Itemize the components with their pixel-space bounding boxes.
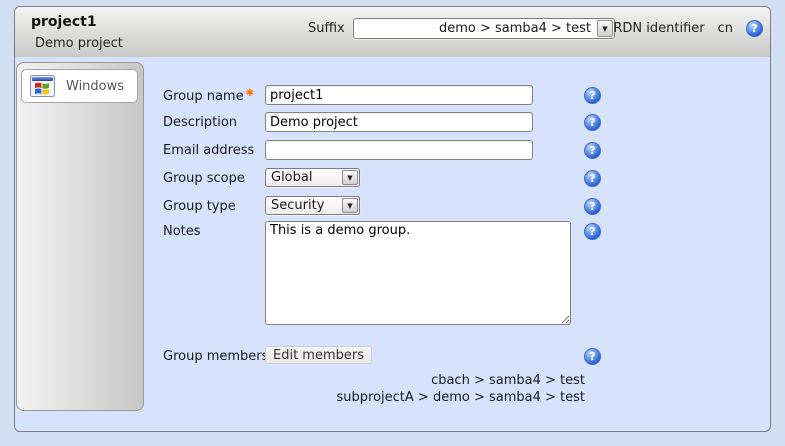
group-type-row: Group type Security ▼ ? [15, 196, 770, 220]
rdn-identifier-value: cn [718, 21, 733, 36]
email-row: Email address ? [15, 140, 770, 164]
description-input[interactable] [265, 112, 533, 132]
help-icon[interactable]: ? [746, 20, 763, 37]
group-type-value: Security [266, 198, 341, 213]
member-entry: subprojectA > demo > samba4 > test [265, 390, 585, 405]
suffix-label: Suffix [308, 21, 345, 36]
help-icon[interactable]: ? [584, 87, 601, 104]
notes-row: Notes This is a demo group. ? [15, 221, 770, 331]
help-icon[interactable]: ? [584, 223, 601, 240]
page-title: project1 [31, 14, 97, 30]
suffix-select-value: demo > samba4 > test [354, 21, 596, 36]
group-name-row: Group name✱ ? [15, 85, 770, 109]
group-scope-label: Group scope [163, 171, 245, 186]
required-marker: ✱ [246, 88, 254, 99]
edit-members-button[interactable]: Edit members [265, 346, 372, 364]
email-label: Email address [163, 143, 254, 158]
help-icon[interactable]: ? [584, 142, 601, 159]
member-entry: cbach > samba4 > test [265, 373, 585, 388]
chevron-down-icon[interactable]: ▼ [597, 20, 613, 37]
group-type-select[interactable]: Security ▼ [265, 196, 360, 215]
group-scope-row: Group scope Global ▼ ? [15, 168, 770, 192]
notes-textarea[interactable]: This is a demo group. [265, 221, 571, 325]
help-icon[interactable]: ? [584, 114, 601, 131]
group-scope-select[interactable]: Global ▼ [265, 168, 360, 187]
group-type-label: Group type [163, 199, 236, 214]
group-scope-value: Global [266, 170, 341, 185]
window-header: project1 Demo project Suffix demo > samb… [15, 7, 770, 57]
group-name-label: Group name✱ [163, 88, 254, 104]
chevron-down-icon[interactable]: ▼ [342, 198, 358, 213]
rdn-identifier-label: RDN identifier [613, 21, 704, 36]
help-icon[interactable]: ? [584, 198, 601, 215]
group-members-label: Group members [163, 349, 268, 364]
help-icon[interactable]: ? [584, 170, 601, 187]
page-subtitle: Demo project [35, 36, 123, 51]
suffix-select[interactable]: demo > samba4 > test ▼ [353, 18, 615, 39]
help-icon[interactable]: ? [584, 348, 601, 365]
chevron-down-icon[interactable]: ▼ [342, 170, 358, 185]
group-edit-window: project1 Demo project Suffix demo > samb… [14, 6, 771, 432]
description-row: Description ? [15, 112, 770, 136]
group-members-row: Group members Edit members ? [15, 346, 770, 370]
group-name-input[interactable] [265, 85, 533, 105]
notes-label: Notes [163, 224, 201, 239]
rdn-identifier-group: RDN identifier cn ? [613, 20, 763, 37]
description-label: Description [163, 115, 237, 130]
content-area: Windows Group name✱ ? Description ? Emai… [15, 57, 770, 431]
email-input[interactable] [265, 140, 533, 160]
